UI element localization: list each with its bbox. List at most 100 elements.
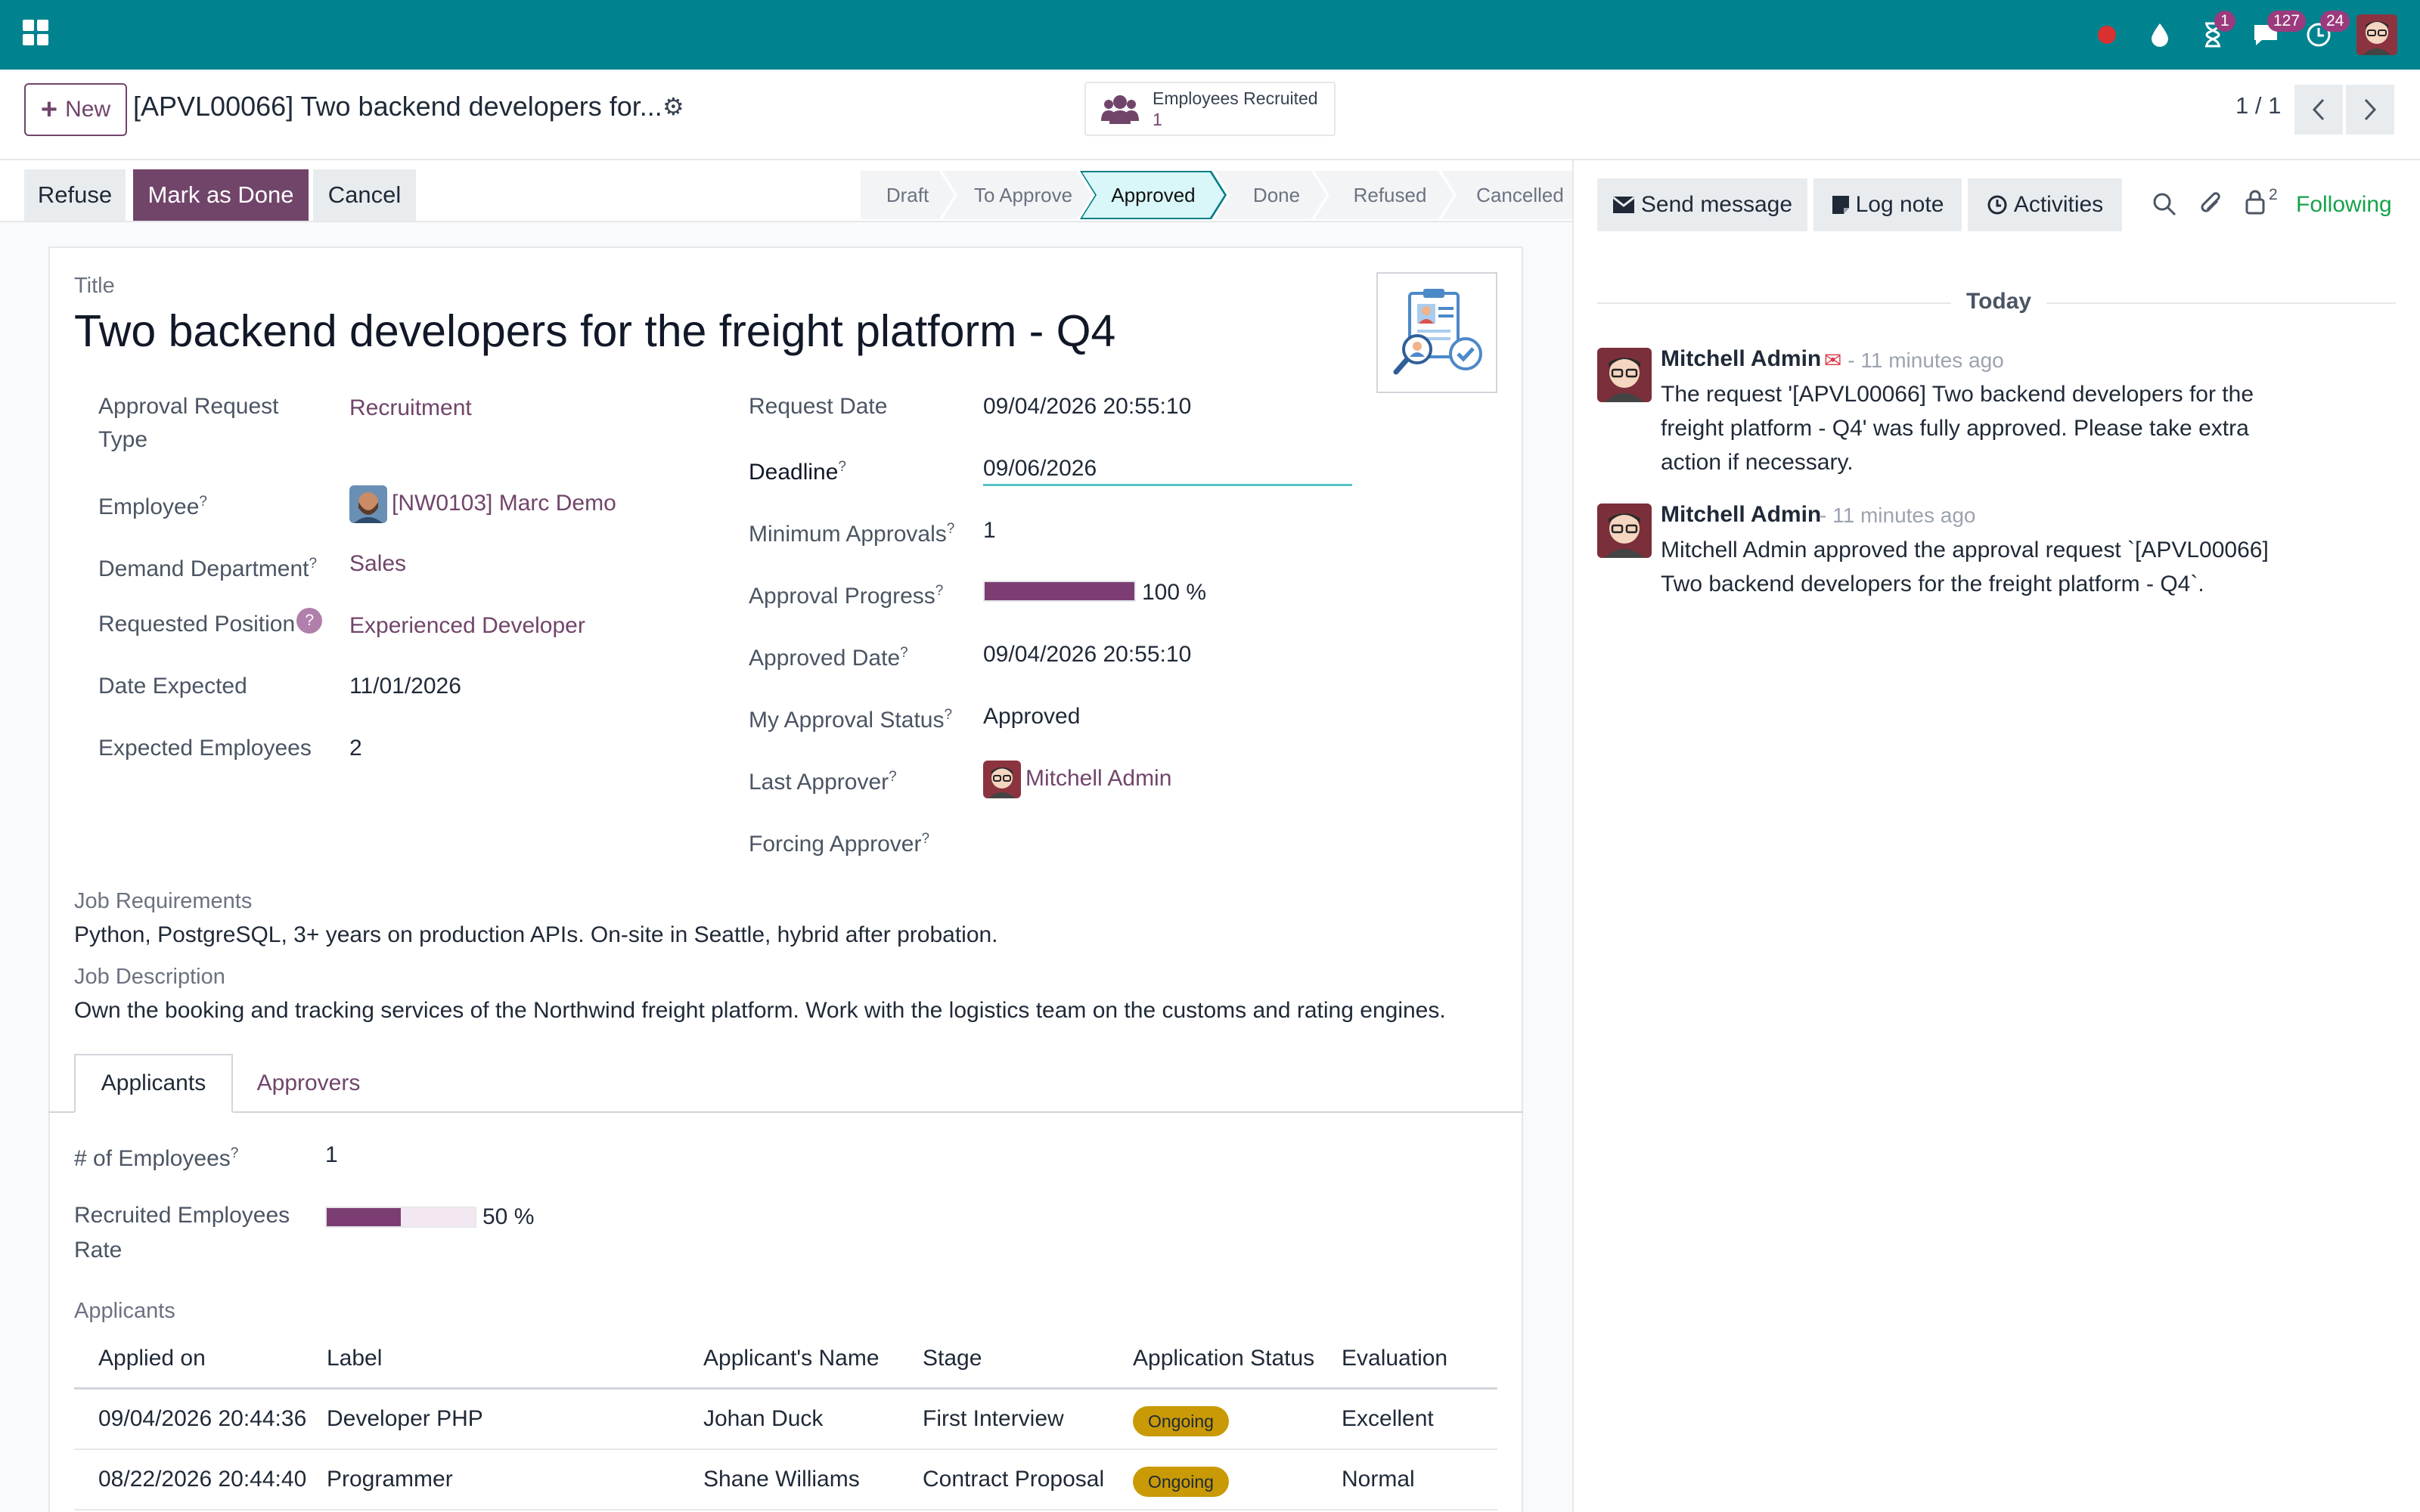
gear-icon[interactable]: ⚙ bbox=[662, 92, 684, 121]
pager-previous-button[interactable] bbox=[2294, 85, 2343, 135]
stage-approved[interactable]: Approved bbox=[1080, 171, 1227, 219]
help-marker[interactable]: ? bbox=[199, 494, 207, 510]
last-approver-label-text: Last Approver bbox=[749, 770, 889, 795]
apps-menu-icon[interactable] bbox=[23, 20, 48, 45]
message-author-avatar[interactable] bbox=[1597, 503, 1652, 558]
message-author[interactable]: Mitchell Admin bbox=[1661, 502, 1821, 528]
request-image[interactable] bbox=[1376, 272, 1497, 393]
approval-type-value[interactable]: Recruitment bbox=[349, 392, 472, 425]
paperclip-icon[interactable] bbox=[2199, 191, 2223, 224]
stage-to-approve[interactable]: To Approve bbox=[942, 171, 1092, 219]
users-icon bbox=[1101, 95, 1139, 124]
mark-as-done-button[interactable]: Mark as Done bbox=[133, 169, 309, 221]
activity-hourglass-icon[interactable]: 1 bbox=[2198, 11, 2235, 50]
message-time: - 11 minutes ago bbox=[1820, 503, 1976, 527]
column-evaluation[interactable]: Evaluation bbox=[1342, 1337, 1447, 1390]
employees-recruited-smart-button[interactable]: Employees Recruited 1 bbox=[1084, 82, 1336, 136]
column-stage[interactable]: Stage bbox=[923, 1337, 982, 1390]
cancel-button[interactable]: Cancel bbox=[313, 169, 416, 221]
tab-applicants[interactable]: Applicants bbox=[74, 1054, 233, 1113]
message-meta: ✉ - 11 minutes ago bbox=[1824, 348, 2004, 373]
activities-button[interactable]: Activities bbox=[1968, 178, 2122, 231]
position-value[interactable]: Experienced Developer bbox=[349, 609, 585, 643]
smart-button-label: Employees Recruited bbox=[1153, 88, 1318, 108]
messages-icon[interactable]: 127 bbox=[2251, 11, 2307, 50]
pager-value[interactable]: 1 / 1 bbox=[2235, 92, 2281, 119]
record-title[interactable]: Two backend developers for the freight p… bbox=[74, 305, 1115, 357]
send-message-button[interactable]: Send message bbox=[1597, 178, 1807, 231]
help-marker[interactable]: ? bbox=[231, 1145, 239, 1161]
label-cell: Programmer bbox=[327, 1467, 453, 1492]
date-expected-label: Date Expected bbox=[98, 674, 247, 699]
applicants-section-label: Applicants bbox=[74, 1299, 175, 1323]
help-marker[interactable]: ? bbox=[921, 831, 929, 847]
following-button[interactable]: Following bbox=[2296, 192, 2392, 218]
job-description-value[interactable]: Own the booking and tracking services of… bbox=[74, 998, 1446, 1024]
message-author[interactable]: Mitchell Admin bbox=[1661, 346, 1821, 372]
approval-type-label-line1: Approval Request bbox=[98, 394, 279, 419]
send-message-label: Send message bbox=[1640, 192, 1793, 217]
log-note-button[interactable]: Log note bbox=[1813, 178, 1962, 231]
help-tooltip-icon[interactable]: ? bbox=[296, 608, 323, 634]
activities-label: Activities bbox=[2013, 192, 2104, 217]
applied-on-cell: 09/04/2026 20:44:36 bbox=[98, 1406, 307, 1431]
stage-cancelled[interactable]: Cancelled bbox=[1441, 171, 1587, 219]
stage-pipeline: Draft To Approve Approved Done Refused C… bbox=[861, 171, 1575, 219]
search-icon[interactable] bbox=[2152, 192, 2176, 222]
position-label: Requested Position? bbox=[98, 608, 323, 641]
envelope-icon bbox=[1612, 196, 1635, 213]
request-date-value[interactable]: 09/04/2026 20:55:10 bbox=[983, 390, 1191, 423]
help-marker[interactable]: ? bbox=[944, 707, 952, 723]
column-label[interactable]: Label bbox=[327, 1337, 382, 1390]
stage-refused[interactable]: Refused bbox=[1314, 171, 1454, 219]
table-row[interactable]: 08/22/2026 20:44:40 Programmer Shane Wil… bbox=[74, 1450, 1497, 1510]
column-applied-on[interactable]: Applied on bbox=[98, 1337, 206, 1390]
help-marker[interactable]: ? bbox=[838, 459, 846, 475]
min-approvals-label-text: Minimum Approvals bbox=[749, 522, 947, 547]
job-description-label: Job Description bbox=[74, 965, 225, 989]
activity-count-badge: 1 bbox=[2214, 11, 2235, 32]
applicant-name-cell: Shane Williams bbox=[703, 1467, 860, 1492]
stage-done[interactable]: Done bbox=[1215, 171, 1326, 219]
last-approver-avatar bbox=[983, 761, 1021, 798]
help-marker[interactable]: ? bbox=[889, 769, 897, 785]
my-status-label: My Approval Status? bbox=[749, 699, 952, 737]
column-applicant-name[interactable]: Applicant's Name bbox=[703, 1337, 880, 1390]
help-marker[interactable]: ? bbox=[900, 645, 908, 661]
followers-button[interactable]: 2 bbox=[2245, 186, 2278, 215]
job-requirements-value[interactable]: Python, PostgreSQL, 3+ years on producti… bbox=[74, 922, 998, 948]
applicant-name-cell: Johan Duck bbox=[703, 1406, 824, 1431]
date-expected-value[interactable]: 11/01/2026 bbox=[349, 670, 461, 703]
table-row[interactable]: 09/04/2026 20:44:36 Developer PHP Johan … bbox=[74, 1390, 1497, 1450]
help-marker[interactable]: ? bbox=[935, 583, 944, 599]
department-label: Demand Department? bbox=[98, 547, 317, 586]
main-navbar: 1 127 24 bbox=[0, 0, 2420, 70]
deadline-input-underline bbox=[983, 484, 1352, 486]
clock-icon[interactable]: 24 bbox=[2304, 11, 2350, 50]
stage-cell: First Interview bbox=[923, 1406, 1064, 1431]
employee-field[interactable]: [NW0103] Marc Demo bbox=[349, 485, 616, 523]
help-marker[interactable]: ? bbox=[947, 521, 955, 537]
lock-icon bbox=[2245, 190, 2265, 215]
user-avatar[interactable] bbox=[2356, 14, 2397, 55]
recruitment-illustration-icon bbox=[1393, 289, 1482, 375]
refuse-button[interactable]: Refuse bbox=[24, 169, 126, 221]
approval-progress-text: 100 % bbox=[1142, 580, 1207, 605]
drop-icon[interactable] bbox=[2145, 20, 2175, 50]
plus-icon: + bbox=[40, 93, 58, 125]
last-approver-value: Mitchell Admin bbox=[1025, 765, 1172, 791]
expected-employees-value[interactable]: 2 bbox=[349, 732, 362, 765]
help-marker[interactable]: ? bbox=[309, 556, 317, 572]
last-approver-field[interactable]: Mitchell Admin bbox=[983, 761, 1171, 798]
approved-date-label: Approved Date? bbox=[749, 637, 908, 675]
column-application-status[interactable]: Application Status bbox=[1133, 1337, 1314, 1390]
recording-icon[interactable] bbox=[2092, 20, 2122, 50]
department-value[interactable]: Sales bbox=[349, 547, 406, 581]
stage-draft[interactable]: Draft bbox=[861, 171, 954, 219]
pager-next-button[interactable] bbox=[2346, 85, 2394, 135]
deadline-input[interactable]: 09/06/2026 bbox=[983, 452, 1097, 485]
position-label-text: Requested Position bbox=[98, 612, 296, 637]
message-author-avatar[interactable] bbox=[1597, 348, 1652, 402]
tab-approvers[interactable]: Approvers bbox=[233, 1054, 384, 1113]
new-button[interactable]: + New bbox=[24, 83, 127, 136]
